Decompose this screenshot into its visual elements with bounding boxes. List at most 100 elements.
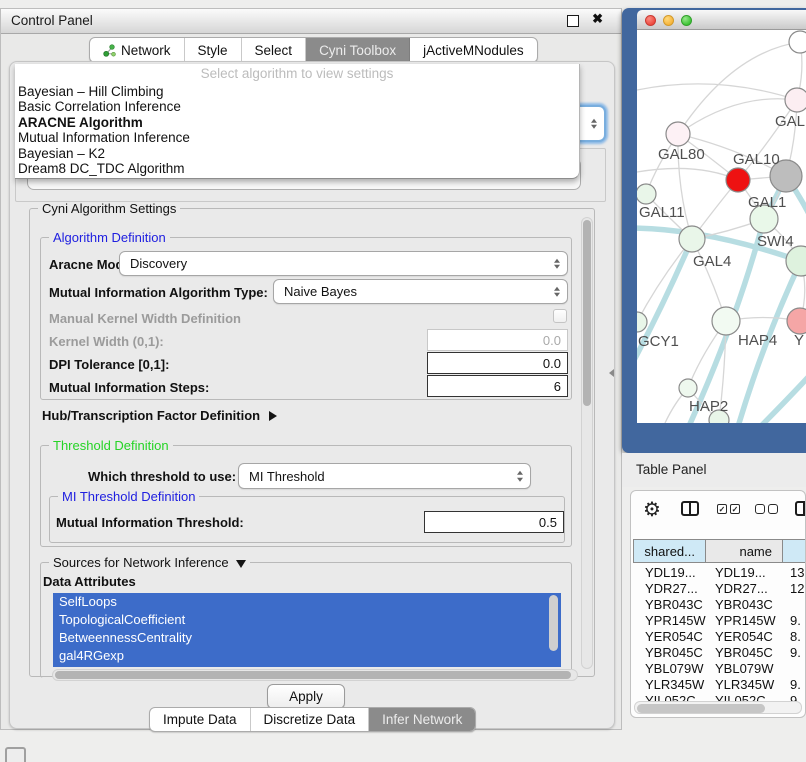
- bottom-tab-discretize-data[interactable]: Discretize Data: [251, 708, 370, 731]
- settings-vertical-scrollbar[interactable]: [581, 217, 593, 669]
- algorithm-option-basic-correlation-inference[interactable]: Basic Correlation Inference: [18, 99, 576, 114]
- deselect-all-icon[interactable]: [755, 504, 765, 514]
- table-row[interactable]: YBR045CYBR045C9.: [633, 644, 806, 660]
- network-node-gal11[interactable]: [637, 184, 656, 204]
- tab-cyni-toolbox[interactable]: Cyni Toolbox: [306, 38, 410, 62]
- settings-horizontal-scrollbar[interactable]: [52, 669, 578, 681]
- which-threshold-combo[interactable]: MI Threshold: [238, 463, 531, 489]
- hub-section-toggle[interactable]: Hub/Transcription Factor Definition: [42, 408, 277, 423]
- mi-threshold-field[interactable]: 0.5: [424, 511, 564, 533]
- apply-button[interactable]: Apply: [267, 684, 345, 709]
- deselect-all-icon[interactable]: [768, 504, 778, 514]
- mac-close-button[interactable]: [645, 15, 656, 26]
- mi-threshold-value: 0.5: [539, 515, 557, 530]
- dpi-tolerance-field[interactable]: 0.0: [427, 352, 568, 374]
- node-label: GAL80: [658, 146, 705, 163]
- table-row[interactable]: YDL19...YDL19...13: [633, 564, 806, 580]
- table-cell: YPR145W: [633, 613, 706, 628]
- network-node-swi4[interactable]: [786, 246, 806, 276]
- table-cell: YDL19...: [633, 565, 706, 580]
- expand-right-icon[interactable]: [269, 411, 277, 421]
- network-node-gal[interactable]: [785, 88, 806, 112]
- tab-network[interactable]: Network: [90, 38, 185, 62]
- bottom-tab-infer-network[interactable]: Infer Network: [369, 708, 475, 731]
- collapse-down-icon[interactable]: [236, 560, 246, 568]
- table-row[interactable]: YLR345WYLR345W9.: [633, 676, 806, 692]
- table-row[interactable]: YBR043CYBR043C: [633, 596, 806, 612]
- float-window-icon[interactable]: [567, 15, 579, 27]
- select-all-icon[interactable]: ✓: [717, 504, 727, 514]
- algorithm-option-bayesian-hill-climbing[interactable]: Bayesian – Hill Climbing: [18, 84, 576, 99]
- attribute-item-topologicalcoefficient[interactable]: TopologicalCoefficient: [53, 611, 561, 629]
- table-cell: YBR045C: [633, 645, 706, 660]
- network-node-gcy1[interactable]: [637, 312, 647, 332]
- algorithm-option-bayesian-k2[interactable]: Bayesian – K2: [18, 146, 576, 161]
- bottom-tab-impute-data[interactable]: Impute Data: [150, 708, 251, 731]
- network-node-gal4[interactable]: [679, 226, 705, 252]
- table-row[interactable]: YDR27...YDR27...12: [633, 580, 806, 596]
- mac-minimize-button[interactable]: [663, 15, 674, 26]
- table-row[interactable]: YPR145WYPR145W9.: [633, 612, 806, 628]
- network-view-window[interactable]: GALGAL80GAL10GAL11GAL1SWI4GAL4GCY1HAP4YH…: [622, 8, 806, 453]
- tab-select[interactable]: Select: [242, 38, 307, 62]
- dropdown-placeholder: Select algorithm to view settings: [15, 66, 579, 81]
- tab-jactivemnodules[interactable]: jActiveMNodules: [410, 38, 537, 62]
- tab-label: Style: [198, 43, 228, 58]
- manual-kernel-checkbox[interactable]: [553, 309, 567, 323]
- algorithm-option-mutual-information-inference[interactable]: Mutual Information Inference: [18, 130, 576, 145]
- table-cell: 12: [783, 581, 806, 596]
- network-edge-thick[interactable]: [759, 372, 806, 423]
- scrollbar-thumb[interactable]: [637, 704, 765, 713]
- table-cell: YLR345W: [706, 677, 783, 692]
- network-window-titlebar[interactable]: [637, 10, 806, 30]
- corner-widget-icon[interactable]: [5, 747, 26, 762]
- attribute-item-gal4rgexp[interactable]: gal4RGexp: [53, 647, 561, 665]
- network-node-y[interactable]: [787, 308, 806, 334]
- scrollbar-thumb[interactable]: [583, 220, 591, 406]
- tab-label: Cyni Toolbox: [319, 43, 396, 58]
- control-panel-titlebar[interactable]: Control Panel ✖: [1, 9, 621, 34]
- attribute-item-selfloops[interactable]: SelfLoops: [53, 593, 561, 611]
- control-panel-tabbar: Network Style Select Cyni Toolbox jActiveMNo…: [89, 37, 538, 63]
- algorithm-option-aracne-algorithm[interactable]: ARACNE Algorithm: [18, 115, 576, 130]
- algorithm-option-dream8-dc-tdc-algorithm[interactable]: Dream8 DC_TDC Algorithm: [18, 161, 576, 176]
- network-node-hap4[interactable]: [712, 307, 740, 335]
- panel-mode-icon[interactable]: [795, 501, 806, 516]
- network-node-hap2[interactable]: [679, 379, 697, 397]
- table-cell: YBL079W: [633, 661, 706, 676]
- table-panel: ⚙ ✓ ✓ shared...name YDL19...YDL19...13YD…: [630, 490, 806, 718]
- network-canvas[interactable]: GALGAL80GAL10GAL11GAL1SWI4GAL4GCY1HAP4YH…: [637, 30, 806, 423]
- network-node[interactable]: [726, 168, 750, 192]
- settings-group-title: Cyni Algorithm Settings: [38, 201, 180, 216]
- close-icon[interactable]: ✖: [592, 11, 603, 27]
- table-cell: 9.: [783, 613, 806, 628]
- table-row[interactable]: YER054CYER054C8.: [633, 628, 806, 644]
- mi-type-combo[interactable]: Naive Bayes: [273, 279, 568, 304]
- table-horizontal-scrollbar[interactable]: [634, 701, 802, 714]
- gear-icon[interactable]: ⚙: [643, 497, 661, 522]
- network-node[interactable]: [789, 31, 806, 53]
- mi-steps-label: Mutual Information Steps:: [49, 380, 209, 395]
- column-header-name[interactable]: name: [706, 539, 783, 563]
- mi-steps-field[interactable]: 6: [427, 375, 568, 397]
- dpi-tolerance-label: DPI Tolerance [0,1]:: [49, 357, 169, 372]
- sources-group: Sources for Network Inference Data Attri…: [40, 562, 572, 678]
- network-graph[interactable]: GALGAL80GAL10GAL11GAL1SWI4GAL4GCY1HAP4YH…: [637, 30, 806, 423]
- table-cell: 8.: [783, 629, 806, 644]
- aracne-mode-combo[interactable]: Discovery: [119, 251, 568, 276]
- column-header-shared[interactable]: shared...: [633, 539, 706, 563]
- tab-style[interactable]: Style: [185, 38, 242, 62]
- attribute-item-betweennesscentrality[interactable]: BetweennessCentrality: [53, 629, 561, 647]
- table-row[interactable]: YBL079WYBL079W: [633, 660, 806, 676]
- aracne-mode-value: Discovery: [130, 256, 187, 271]
- column-header-extra[interactable]: [783, 539, 806, 563]
- kernel-width-field[interactable]: 0.0: [427, 329, 568, 351]
- list-scrollbar[interactable]: [549, 595, 558, 651]
- mac-zoom-button[interactable]: [681, 15, 692, 26]
- scrollbar-thumb[interactable]: [55, 671, 571, 679]
- select-all-icon[interactable]: ✓: [730, 504, 740, 514]
- split-panel-icon[interactable]: [681, 501, 699, 516]
- panel-divider-handle[interactable]: [609, 369, 614, 377]
- table-cell: YER054C: [706, 629, 783, 644]
- network-node-gal80[interactable]: [666, 122, 690, 146]
